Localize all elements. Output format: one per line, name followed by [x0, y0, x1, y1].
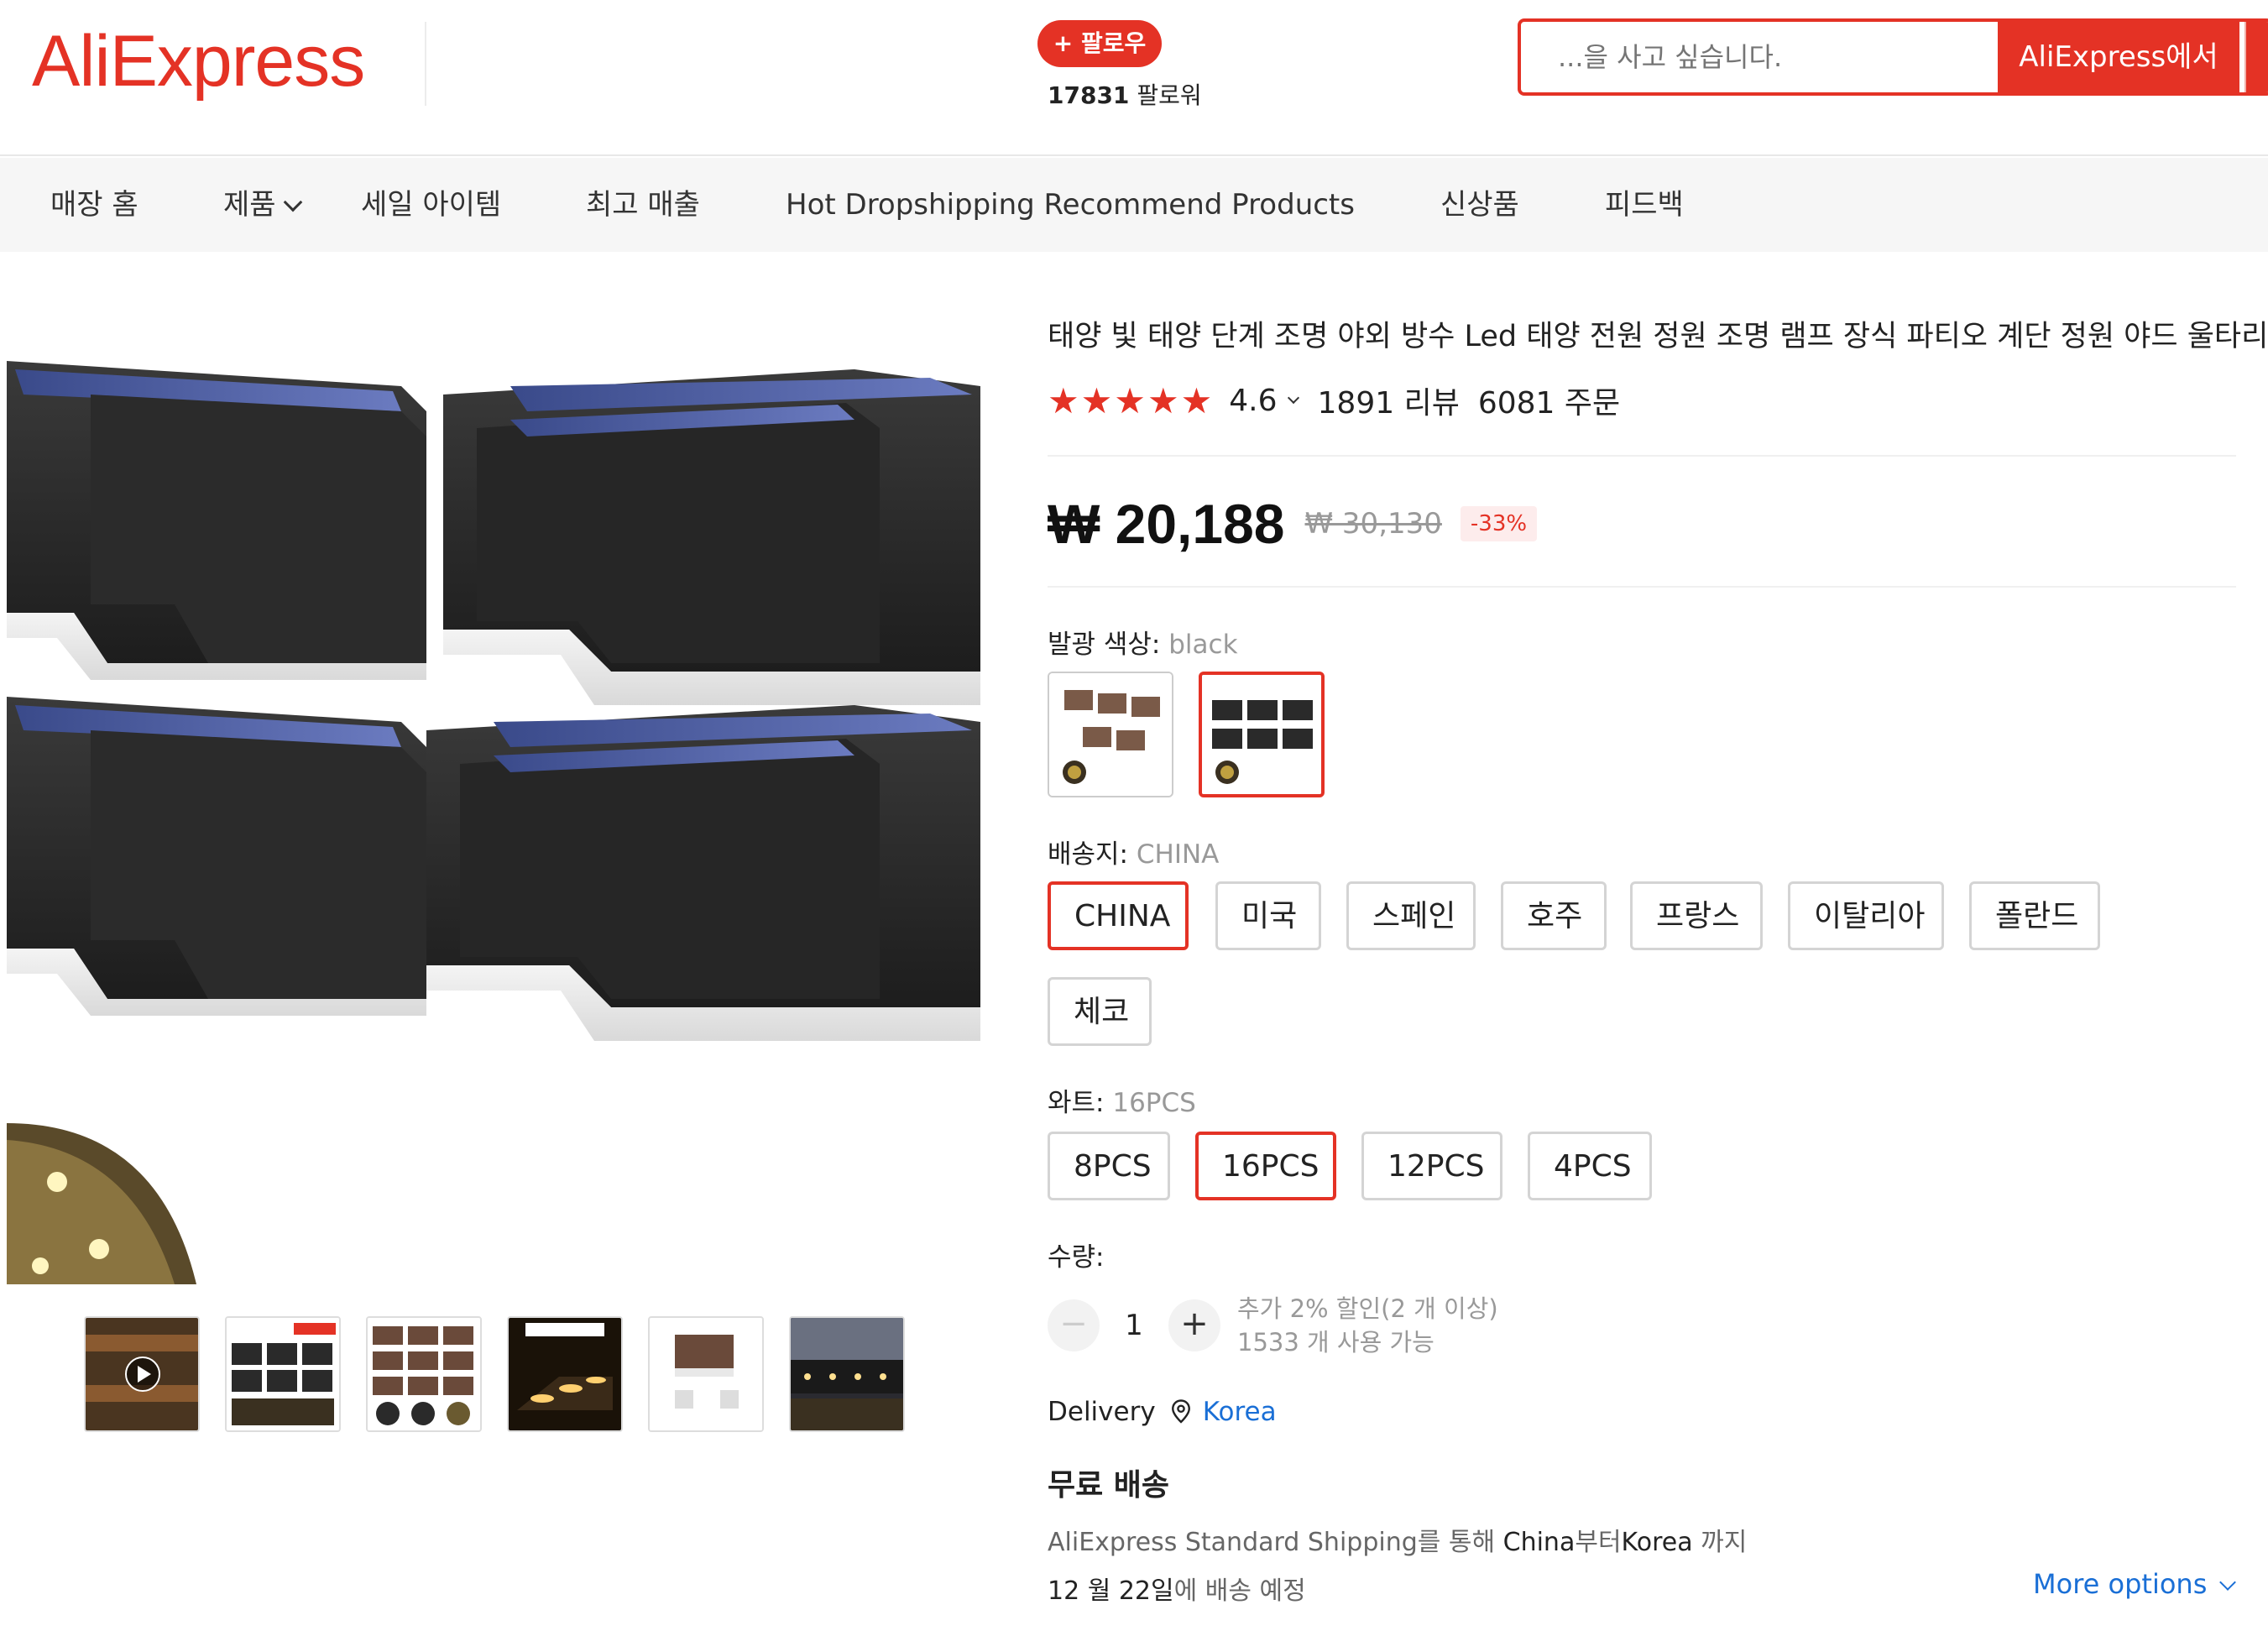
black-lights-image [1202, 675, 1321, 794]
search-aliexpress-button[interactable]: AliExpress에서 [1998, 22, 2239, 92]
store-nav: 매장 홈 제품 세일 아이템 최고 매출 Hot Dropshipping Re… [0, 158, 2268, 252]
nav-hot-dropshipping[interactable]: Hot Dropshipping Recommend Products [786, 158, 1355, 252]
color-value: black [1168, 630, 1238, 660]
wattage-value: 16PCS [1112, 1088, 1196, 1118]
nav-products[interactable]: 제품 [223, 158, 302, 252]
delivery-row: Delivery Korea [1048, 1397, 1277, 1427]
divider [1048, 455, 2236, 457]
quantity-label: 수량: [1048, 1242, 1105, 1273]
quantity-input[interactable] [1113, 1299, 1155, 1351]
wattage-4pcs[interactable]: 4PCS [1528, 1132, 1652, 1200]
thumbnail-strip [84, 1316, 907, 1434]
discount-badge: -33% [1460, 506, 1538, 541]
quantity-increase-button[interactable]: + [1168, 1299, 1220, 1351]
aliexpress-logo[interactable]: AliExpress [32, 20, 365, 103]
quantity-decrease-button[interactable]: − [1048, 1299, 1100, 1351]
star-rating-icon: ★★★★★ [1048, 379, 1215, 421]
wattage-label: 와트: 16PCS [1048, 1081, 1196, 1119]
nav-sale-items[interactable]: 세일 아이템 [361, 158, 501, 252]
search-box: AliExpress에서 [1518, 18, 2268, 96]
ship-from-value: CHINA [1136, 839, 1220, 870]
chevron-down-icon [283, 192, 302, 212]
ship-from-label-text: 배송지: [1048, 839, 1137, 870]
wattage-8pcs[interactable]: 8PCS [1048, 1132, 1170, 1200]
thumbnail-5[interactable] [648, 1316, 764, 1432]
original-price: ₩ 30,130 [1304, 507, 1442, 541]
more-shipping-options-link[interactable]: More options [2033, 1568, 2237, 1600]
estimated-delivery: 12 월 22일에 배송 예정 [1048, 1570, 1306, 1607]
shipping-method-text: AliExpress Standard Shipping를 통해 China부터… [1048, 1521, 1747, 1558]
ship-from-italy[interactable]: 이탈리아 [1788, 881, 1944, 950]
shipping-origin: China [1502, 1528, 1576, 1557]
product-title: 태양 빛 태양 단계 조명 야외 방수 Led 태양 전원 정원 조명 램프 장… [1048, 320, 2268, 353]
delivery-label: Delivery [1048, 1397, 1156, 1427]
delivery-date-suffix: 에 배송 예정 [1173, 1576, 1306, 1606]
thumbnail-2[interactable] [225, 1316, 341, 1432]
shipping-to-suffix: 까지 [1692, 1528, 1748, 1557]
thumbnail-6[interactable] [789, 1316, 905, 1432]
nav-feedback[interactable]: 피드백 [1605, 158, 1684, 252]
ship-from-poland[interactable]: 폴란드 [1969, 881, 2100, 950]
thumbnail-2-image [227, 1318, 339, 1430]
thumbnail-3-image [368, 1318, 480, 1430]
shipping-from-suffix: 부터 [1575, 1528, 1622, 1557]
thumbnail-4-image [509, 1318, 621, 1430]
current-price: ₩ 20,188 [1048, 493, 1285, 555]
ship-from-china[interactable]: CHINA [1048, 881, 1189, 950]
ship-from-czech[interactable]: 체코 [1048, 977, 1152, 1046]
price-row: ₩ 20,188 ₩ 30,130 -33% [1048, 490, 1538, 557]
more-options-label: More options [2033, 1568, 2208, 1600]
thumbnail-video[interactable] [84, 1316, 200, 1432]
divider [1048, 586, 2236, 588]
ship-from-spain[interactable]: 스페인 [1346, 881, 1476, 950]
thumbnail-4[interactable] [507, 1316, 623, 1432]
rating-row: ★★★★★ 4.6 1891 리뷰 6081 주문 [1048, 379, 1620, 421]
nav-new-arrivals[interactable]: 신상품 [1440, 158, 1519, 252]
color-label-text: 발광 색상: [1048, 630, 1169, 660]
ship-from-france[interactable]: 프랑스 [1630, 881, 1763, 950]
ship-from-australia[interactable]: 호주 [1501, 881, 1607, 950]
rating-value[interactable]: 4.6 [1229, 384, 1277, 418]
wattage-12pcs[interactable]: 12PCS [1361, 1132, 1502, 1200]
nav-top-selling[interactable]: 최고 매출 [586, 158, 700, 252]
thumbnail-3[interactable] [366, 1316, 482, 1432]
thumbnail-5-image [650, 1318, 762, 1430]
shipping-destination: Korea [1621, 1528, 1693, 1557]
header-divider [425, 22, 426, 106]
video-preview-image [7, 1123, 196, 1284]
delivery-date: 12 월 22일 [1048, 1576, 1174, 1606]
shipping-method: AliExpress Standard Shipping [1048, 1528, 1418, 1557]
ship-from-label: 배송지: CHINA [1048, 833, 1219, 870]
color-label: 발광 색상: black [1048, 623, 1238, 661]
bulk-discount-note: 추가 2% 할인(2 개 이상) [1237, 1294, 1498, 1323]
chevron-down-icon [2219, 1574, 2237, 1591]
video-preview[interactable] [7, 1123, 196, 1284]
followers-number: 17831 [1048, 81, 1130, 109]
wattage-16pcs[interactable]: 16PCS [1195, 1132, 1336, 1200]
shipping-via: 를 통해 [1417, 1528, 1503, 1557]
followers-count: 17831 팔로워 [1048, 77, 1202, 111]
store-header: AliExpress + 팔로우 17831 팔로워 AliExpress에서 [0, 0, 2268, 156]
thumbnail-6-image [791, 1318, 903, 1430]
color-option-black[interactable] [1199, 672, 1325, 797]
order-count: 6081 주문 [1477, 386, 1621, 421]
followers-suffix: 팔로워 [1129, 81, 1202, 109]
nav-store-home[interactable]: 매장 홈 [50, 158, 138, 252]
brown-lights-image [1049, 673, 1172, 796]
color-option-brown[interactable] [1048, 672, 1173, 797]
ship-from-usa[interactable]: 미국 [1215, 881, 1321, 950]
location-pin-icon [1171, 1399, 1190, 1424]
search-input[interactable] [1521, 22, 1998, 92]
delivery-location-link[interactable]: Korea [1203, 1397, 1277, 1427]
free-shipping-title: 무료 배송 [1048, 1468, 1170, 1503]
video-thumbnail-image [86, 1318, 198, 1430]
wattage-label-text: 와트: [1048, 1088, 1113, 1118]
search-icon[interactable] [2244, 22, 2268, 92]
follow-button[interactable]: + 팔로우 [1037, 20, 1162, 67]
stock-available-note: 1533 개 사용 가능 [1237, 1328, 1434, 1357]
chevron-down-icon[interactable] [1287, 391, 1299, 405]
review-count[interactable]: 1891 리뷰 [1318, 379, 1460, 422]
nav-products-label: 제품 [223, 188, 276, 222]
